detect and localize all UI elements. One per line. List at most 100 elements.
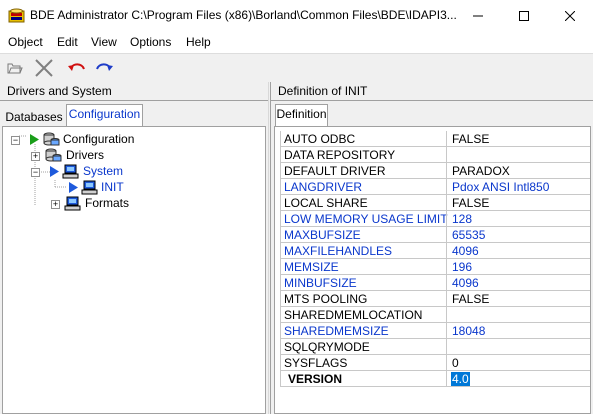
- toolbar: [0, 53, 593, 83]
- open-icon: [7, 63, 23, 74]
- tree-label-configuration: Configuration: [63, 132, 135, 146]
- menu-help[interactable]: Help: [186, 35, 211, 49]
- tree-item-formats[interactable]: + Formats: [3, 196, 263, 212]
- cell-divider: [446, 163, 447, 179]
- table-row[interactable]: LOW MEMORY USAGE LIMIT 128: [280, 211, 590, 227]
- param-name: SYSFLAGS: [284, 356, 348, 370]
- menu-view[interactable]: View: [91, 35, 117, 49]
- expand-toggle[interactable]: +: [51, 200, 60, 209]
- cell-divider: [446, 307, 447, 323]
- param-name: MINBUFSIZE: [284, 276, 357, 290]
- param-value[interactable]: 65535: [452, 228, 485, 242]
- database-icon: [43, 132, 60, 146]
- param-value[interactable]: Pdox ANSI Intl850: [452, 180, 549, 194]
- table-row[interactable]: SHAREDMEMLOCATION: [280, 307, 590, 323]
- table-row[interactable]: AUTO ODBC FALSE: [280, 131, 590, 147]
- redo-button[interactable]: [93, 57, 115, 79]
- table-row[interactable]: SHAREDMEMSIZE 18048: [280, 323, 590, 339]
- collapse-toggle[interactable]: −: [11, 136, 20, 145]
- delete-icon: [35, 59, 53, 77]
- computer-icon: [64, 196, 81, 211]
- maximize-icon: [519, 11, 529, 21]
- table-row[interactable]: MINBUFSIZE 4096: [280, 275, 590, 291]
- tab-definition[interactable]: Definition: [275, 104, 328, 126]
- undo-button[interactable]: [66, 57, 88, 79]
- tree-label-formats: Formats: [85, 196, 130, 210]
- cell-divider: [446, 291, 447, 307]
- param-value[interactable]: FALSE: [452, 196, 489, 210]
- maximize-button[interactable]: [501, 0, 547, 32]
- table-row[interactable]: MAXFILEHANDLES 4096: [280, 243, 590, 259]
- tab-configuration[interactable]: Configuration: [66, 104, 143, 126]
- cell-divider: [446, 323, 447, 339]
- param-name: AUTO ODBC: [284, 132, 356, 146]
- param-value-editor[interactable]: 4.0: [451, 372, 470, 386]
- table-row[interactable]: SYSFLAGS 0: [280, 355, 590, 371]
- tree-label-drivers: Drivers: [66, 148, 104, 162]
- param-value[interactable]: FALSE: [452, 132, 489, 146]
- param-name: SQLQRYMODE: [284, 340, 370, 354]
- param-value[interactable]: 196: [452, 260, 472, 274]
- cell-divider: [446, 339, 447, 355]
- tree-item-init[interactable]: INIT: [3, 180, 263, 196]
- cell-divider: [446, 275, 447, 291]
- param-value[interactable]: 4096: [452, 244, 479, 258]
- param-name: MAXBUFSIZE: [284, 228, 361, 242]
- table-row[interactable]: MEMSIZE 196: [280, 259, 590, 275]
- table-row[interactable]: LANGDRIVER Pdox ANSI Intl850: [280, 179, 590, 195]
- tree-item-drivers[interactable]: + Drivers: [3, 148, 263, 164]
- param-value[interactable]: 18048: [452, 324, 485, 338]
- param-name: SHAREDMEMSIZE: [284, 324, 389, 338]
- table-row[interactable]: SQLQRYMODE: [280, 339, 590, 355]
- param-name: DATA REPOSITORY: [284, 148, 396, 162]
- minimize-button[interactable]: [455, 0, 501, 32]
- delete-button[interactable]: [33, 57, 55, 79]
- left-pane-header: Drivers and System: [0, 82, 268, 101]
- param-value[interactable]: 128: [452, 212, 472, 226]
- close-button[interactable]: [547, 0, 593, 32]
- undo-icon: [68, 63, 85, 71]
- cell-divider: [446, 259, 447, 275]
- cell-divider: [446, 179, 447, 195]
- cell-divider: [446, 227, 447, 243]
- table-row[interactable]: MAXBUFSIZE 65535: [280, 227, 590, 243]
- right-pane-header: Definition of INIT: [271, 82, 593, 101]
- param-name: LOCAL SHARE: [284, 196, 368, 210]
- collapse-toggle[interactable]: −: [31, 168, 40, 177]
- cell-divider: [446, 131, 447, 147]
- param-name: MEMSIZE: [284, 260, 339, 274]
- cell-divider: [446, 195, 447, 211]
- menu-object[interactable]: Object: [8, 35, 43, 49]
- table-row[interactable]: DATA REPOSITORY: [280, 147, 590, 163]
- tree-item-system[interactable]: − System: [3, 164, 263, 180]
- param-name: SHAREDMEMLOCATION: [284, 308, 423, 322]
- open-button[interactable]: [4, 57, 26, 79]
- redo-icon: [96, 63, 113, 71]
- table-row[interactable]: LOCAL SHARE FALSE: [280, 195, 590, 211]
- cell-divider: [446, 371, 447, 387]
- definition-grid-panel: AUTO ODBC FALSE DATA REPOSITORY DEFAULT …: [274, 126, 591, 414]
- tree-item-configuration[interactable]: − Configuration: [3, 132, 263, 148]
- window-title: BDE Administrator C:\Program Files (x86)…: [30, 8, 457, 22]
- menu-options[interactable]: Options: [130, 35, 171, 49]
- param-value[interactable]: FALSE: [452, 292, 489, 306]
- menu-edit[interactable]: Edit: [57, 35, 78, 49]
- cell-divider: [446, 147, 447, 163]
- database-icon: [45, 148, 62, 162]
- param-name: DEFAULT DRIVER: [284, 164, 386, 178]
- param-value[interactable]: 4096: [452, 276, 479, 290]
- tab-databases[interactable]: Databases: [5, 108, 63, 126]
- param-name: VERSION: [288, 372, 343, 386]
- table-row-selected[interactable]: VERSION 4.0: [280, 371, 590, 387]
- expand-toggle[interactable]: +: [31, 152, 40, 161]
- close-icon: [565, 11, 575, 21]
- computer-icon: [81, 180, 98, 195]
- param-value[interactable]: PARADOX: [452, 164, 510, 178]
- table-row[interactable]: DEFAULT DRIVER PARADOX: [280, 163, 590, 179]
- table-row[interactable]: MTS POOLING FALSE: [280, 291, 590, 307]
- cell-divider: [446, 355, 447, 371]
- menu-bar: Object Edit View Options Help: [0, 32, 593, 54]
- pane-splitter[interactable]: [268, 82, 271, 414]
- param-value[interactable]: 0: [452, 356, 459, 370]
- title-bar: BDE Administrator C:\Program Files (x86)…: [0, 0, 593, 32]
